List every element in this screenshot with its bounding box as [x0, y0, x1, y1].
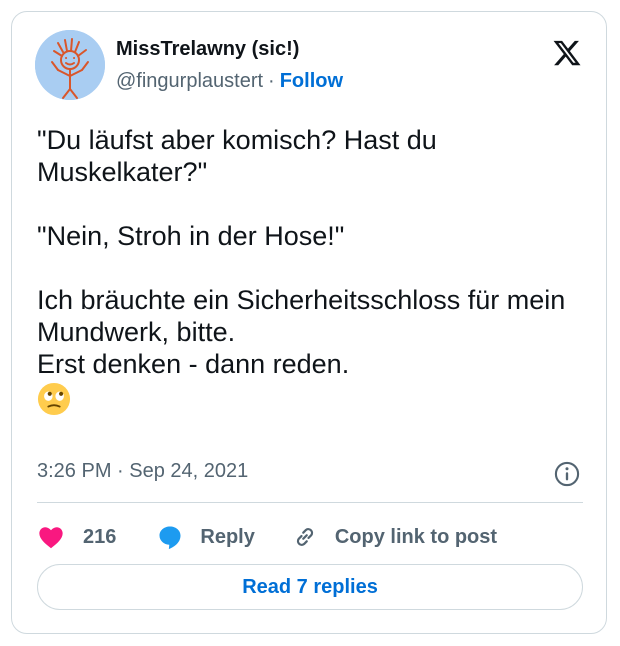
info-icon[interactable]	[553, 460, 581, 488]
post-line: Erst denken - dann reden.	[37, 349, 350, 379]
read-replies-button[interactable]: Read 7 replies	[37, 564, 583, 610]
reply-button[interactable]: Reply	[156, 523, 255, 551]
post-line: "Nein, Stroh in der Hose!"	[37, 221, 345, 251]
avatar[interactable]	[35, 30, 105, 100]
reply-bubble-icon	[159, 526, 181, 550]
handle-separator: ·	[268, 70, 275, 92]
post-date: Sep 24, 2021	[129, 460, 249, 482]
copy-link-button[interactable]: Copy link to post	[291, 523, 497, 551]
post-line: "Du läufst aber komisch? Hast du Muskelk…	[37, 125, 437, 187]
post-text: "Du läufst aber komisch? Hast du Muskelk…	[37, 124, 587, 423]
rolling-eyes-emoji-icon	[37, 382, 71, 416]
post-time: 3:26 PM	[37, 460, 112, 482]
avatar-drawing	[35, 30, 105, 100]
post-timestamp[interactable]: 3:26 PM · Sep 24, 2021	[37, 460, 248, 483]
author-handle[interactable]: @fingurplaustert	[116, 70, 263, 92]
divider	[37, 502, 583, 503]
timestamp-separator: ·	[117, 460, 124, 482]
heart-icon	[39, 527, 63, 549]
reply-label: Reply	[200, 525, 255, 548]
like-button[interactable]: 216	[37, 523, 116, 551]
author-name[interactable]: MissTrelawny (sic!)	[116, 38, 299, 61]
link-icon	[296, 528, 313, 546]
x-logo-icon[interactable]	[552, 38, 582, 68]
post-card: MissTrelawny (sic!) @fingurplaustert · Fol…	[11, 11, 607, 634]
copy-link-label: Copy link to post	[334, 525, 498, 548]
action-bar: 216 Reply Copy link to post	[37, 517, 497, 557]
post-line: Ich bräuchte ein Sicherheitsschloss für …	[37, 285, 566, 347]
follow-link[interactable]: Follow	[280, 70, 343, 92]
author-handle-row: @fingurplaustert · Follow	[116, 70, 343, 93]
like-count: 216	[83, 525, 117, 548]
